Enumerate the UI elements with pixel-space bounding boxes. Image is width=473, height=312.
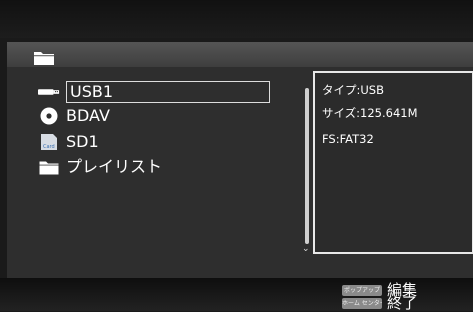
scroll-down-icon: ⌄ (302, 244, 310, 254)
device-item-usb1[interactable]: USB1 (38, 81, 270, 103)
sd-card-icon: Card (38, 133, 60, 151)
device-item-bdav[interactable]: BDAV (38, 105, 110, 127)
top-bar (0, 0, 473, 38)
sd-card-icon-text: Card (43, 144, 55, 150)
device-label: プレイリスト (66, 157, 163, 176)
device-label: BDAV (66, 106, 110, 125)
disc-icon (38, 107, 60, 125)
path-bar (7, 42, 473, 67)
info-panel: タイプ:USB サイズ:125.641M FS:FAT32 (313, 71, 473, 254)
exit-label: 終了 (387, 294, 418, 312)
popup-key-icon: ポップアップ (342, 285, 382, 296)
device-label: SD1 (66, 132, 99, 151)
info-filesystem: FS:FAT32 (322, 132, 374, 146)
info-size: サイズ:125.641M (322, 106, 418, 120)
folder-icon (38, 158, 60, 176)
home-center-key-icon: ホーム センター (342, 298, 382, 309)
info-type: タイプ:USB (322, 83, 384, 97)
scrollbar[interactable] (305, 88, 309, 244)
device-item-sd1[interactable]: Card SD1 (38, 131, 99, 153)
device-label: USB1 (66, 81, 270, 103)
usb-icon (38, 83, 60, 101)
device-item-playlist[interactable]: プレイリスト (38, 156, 162, 178)
